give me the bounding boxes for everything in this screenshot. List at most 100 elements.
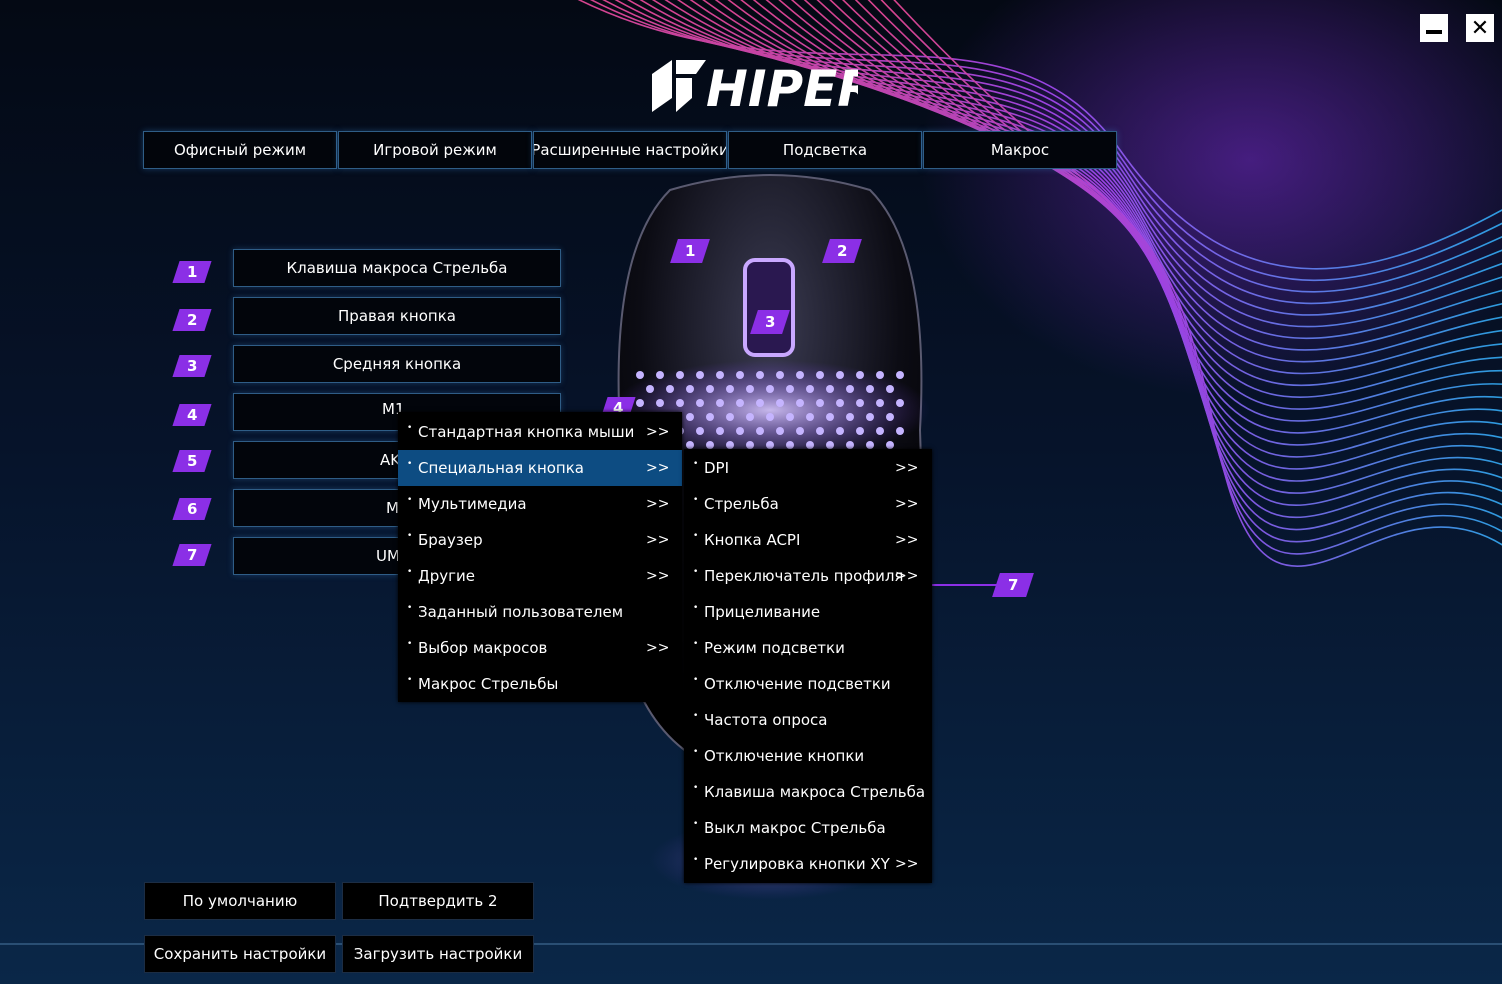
bullet-icon: •: [407, 531, 413, 541]
mouse-vent-dot: [676, 399, 684, 407]
default-button[interactable]: По умолчанию: [144, 882, 336, 920]
submenu-item[interactable]: • Режим подсветки: [684, 630, 932, 666]
submenu-arrow-icon: >>: [646, 460, 670, 476]
mouse-vent-dot: [806, 441, 814, 449]
mouse-vent-dot: [746, 413, 754, 421]
mouse-vent-dot: [806, 413, 814, 421]
context-menu-item[interactable]: • Браузер >>: [398, 522, 682, 558]
mouse-vent-dot: [856, 427, 864, 435]
mouse-vent-dot: [736, 371, 744, 379]
button-2-assignment[interactable]: Правая кнопка: [233, 297, 561, 335]
mouse-vent-dot: [656, 399, 664, 407]
submenu-item[interactable]: • Стрельба >>: [684, 486, 932, 522]
mouse-vent-dot: [796, 399, 804, 407]
context-menu-item[interactable]: • Макрос Стрельбы: [398, 666, 682, 702]
context-menu-item[interactable]: • Заданный пользователем: [398, 594, 682, 630]
mouse-vent-dot: [636, 371, 644, 379]
submenu-item-label: Регулировка кнопки XY: [704, 855, 890, 873]
submenu-item[interactable]: • Отключение подсветки: [684, 666, 932, 702]
submenu-arrow-icon: >>: [646, 532, 670, 548]
context-menu-item[interactable]: • Мультимедиа >>: [398, 486, 682, 522]
mouse-vent-dot: [766, 413, 774, 421]
bullet-icon: •: [407, 603, 413, 613]
context-menu-item-label: Мультимедиа: [418, 495, 527, 513]
mouse-vent-dot: [816, 371, 824, 379]
button-3-assignment[interactable]: Средняя кнопка: [233, 345, 561, 383]
button-1-assignment[interactable]: Клавиша макроса Стрельба: [233, 249, 561, 287]
submenu-item[interactable]: • Регулировка кнопки XY >>: [684, 846, 932, 882]
submenu-arrow-icon: >>: [895, 532, 919, 548]
tab-macro[interactable]: Макрос: [923, 131, 1117, 169]
submenu-item[interactable]: • DPI >>: [684, 450, 932, 486]
submenu-item[interactable]: • Выкл макрос Стрельба: [684, 810, 932, 846]
close-button[interactable]: ✕: [1466, 14, 1494, 42]
bullet-icon: •: [693, 855, 699, 865]
context-menu-item[interactable]: • Другие >>: [398, 558, 682, 594]
bullet-icon: •: [407, 459, 413, 469]
bullet-icon: •: [693, 567, 699, 577]
minimize-button[interactable]: [1420, 14, 1448, 42]
submenu-item-label: Прицеливание: [704, 603, 821, 621]
submenu-item[interactable]: • Кнопка ACPI >>: [684, 522, 932, 558]
mouse-vent-dot: [756, 399, 764, 407]
tab-office-mode[interactable]: Офисный режим: [143, 131, 337, 169]
submenu-item[interactable]: • Отключение кнопки: [684, 738, 932, 774]
submenu-item-label: Отключение подсветки: [704, 675, 891, 693]
mouse-vent-dot: [816, 427, 824, 435]
mouse-vent-dot: [896, 399, 904, 407]
mouse-vent-dot: [866, 413, 874, 421]
submenu-item[interactable]: • Клавиша макроса Стрельба: [684, 774, 932, 810]
submenu-arrow-icon: >>: [895, 568, 919, 584]
mouse-vent-dot: [706, 413, 714, 421]
bullet-icon: •: [693, 531, 699, 541]
context-menu-item-label: Выбор макросов: [418, 639, 548, 657]
mouse-vent-dot: [686, 413, 694, 421]
context-menu-item-label: Специальная кнопка: [418, 459, 584, 477]
submenu-arrow-icon: >>: [646, 640, 670, 656]
submenu-item[interactable]: • Переключатель профиля >>: [684, 558, 932, 594]
submenu-arrow-icon: >>: [895, 856, 919, 872]
tab-game-mode[interactable]: Игровой режим: [338, 131, 532, 169]
tab-lighting[interactable]: Подсветка: [728, 131, 922, 169]
mouse-vent-dot: [886, 413, 894, 421]
save-settings-button[interactable]: Сохранить настройки: [144, 935, 336, 973]
context-menu-item[interactable]: • Выбор макросов >>: [398, 630, 682, 666]
mouse-vent-dot: [816, 399, 824, 407]
mouse-vent-dot: [706, 385, 714, 393]
context-menu-item-label: Заданный пользователем: [418, 603, 624, 621]
submenu-item-label: Клавиша макроса Стрельба: [704, 783, 926, 801]
mouse-vent-dot: [716, 399, 724, 407]
submenu-item[interactable]: • Частота опроса: [684, 702, 932, 738]
mouse-vent-dot: [866, 385, 874, 393]
bullet-icon: •: [693, 711, 699, 721]
mouse-vent-dot: [676, 371, 684, 379]
context-menu-item[interactable]: • Специальная кнопка >>: [398, 450, 682, 486]
logo-text: HIPER: [706, 60, 858, 116]
mouse-vent-dot: [726, 413, 734, 421]
confirm-button[interactable]: Подтвердить 2: [342, 882, 534, 920]
mouse-vent-dot: [746, 385, 754, 393]
mouse-vent-dot: [896, 427, 904, 435]
hiper-logo: HIPER: [652, 60, 858, 116]
mouse-vent-dot: [886, 441, 894, 449]
bullet-icon: •: [693, 819, 699, 829]
mouse-vent-dot: [846, 441, 854, 449]
mouse-vent-dot: [786, 385, 794, 393]
tab-advanced-settings[interactable]: Расширенные настройки: [533, 131, 727, 169]
minimize-icon: [1426, 30, 1442, 34]
context-menu-item-label: Другие: [418, 567, 475, 585]
submenu-arrow-icon: >>: [895, 496, 919, 512]
mouse-vent-dot: [666, 385, 674, 393]
mouse-vent-dot: [646, 385, 654, 393]
bullet-icon: •: [693, 459, 699, 469]
bullet-icon: •: [693, 783, 699, 793]
submenu-item[interactable]: • Прицеливание: [684, 594, 932, 630]
load-settings-button[interactable]: Загрузить настройки: [342, 935, 534, 973]
context-menu-item[interactable]: • Стандартная кнопка мыши >>: [398, 414, 682, 450]
mouse-vent-dot: [826, 385, 834, 393]
submenu-arrow-icon: >>: [646, 424, 670, 440]
mouse-vent-dot: [896, 371, 904, 379]
submenu-item-label: Отключение кнопки: [704, 747, 865, 765]
bullet-icon: •: [407, 423, 413, 433]
mouse-vent-dot: [836, 371, 844, 379]
